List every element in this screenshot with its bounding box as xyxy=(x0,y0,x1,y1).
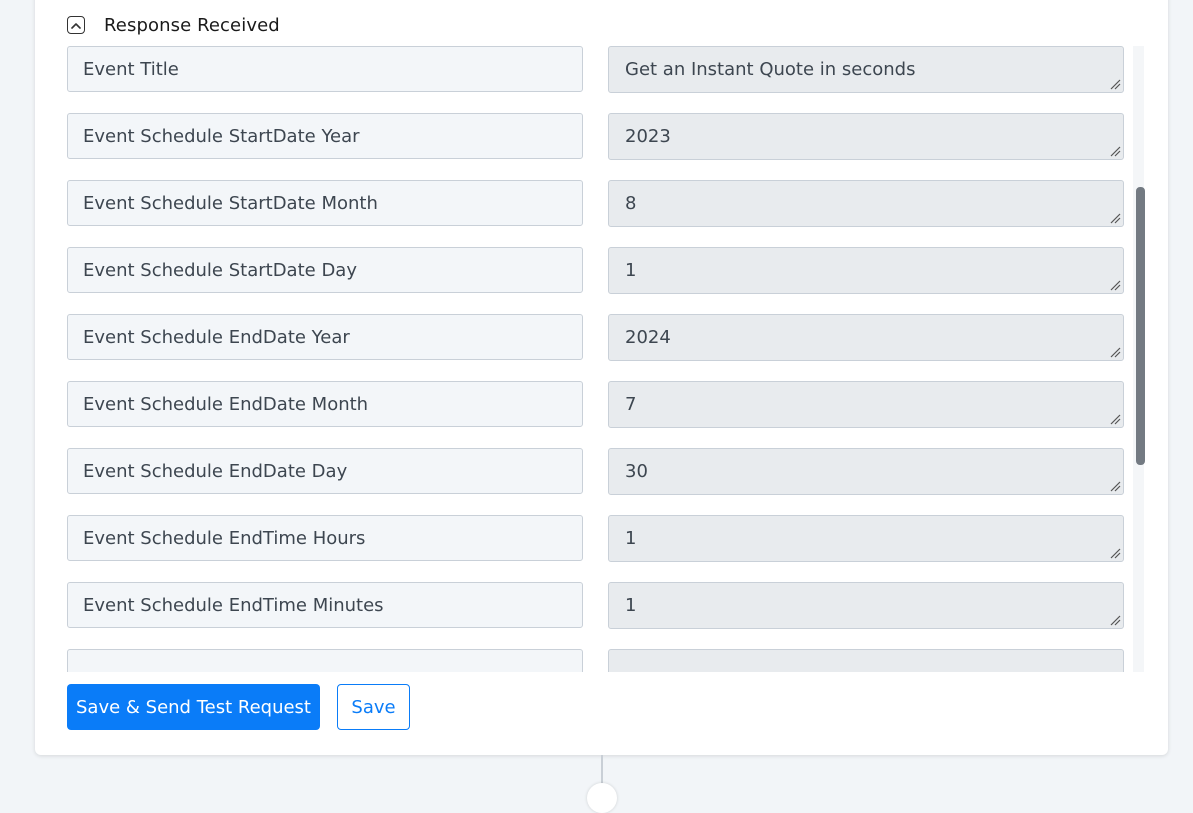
resize-grip-icon[interactable] xyxy=(1110,615,1121,626)
field-row: Event Title Get an Instant Quote in secon… xyxy=(67,46,1124,93)
field-value-textarea[interactable]: 1 xyxy=(608,582,1124,629)
field-row: Event Schedule StartDate Year 2023 xyxy=(67,113,1124,160)
field-value-text: Get an Instant Quote in seconds xyxy=(625,59,916,80)
field-row: Event Schedule EndDate Day 30 xyxy=(67,448,1124,495)
field-value-textarea[interactable]: 1 xyxy=(608,247,1124,294)
section-title: Response Received xyxy=(104,14,280,36)
resize-grip-icon[interactable] xyxy=(1110,548,1121,559)
field-key-input[interactable]: Event Schedule EndDate Day xyxy=(67,448,583,494)
field-value-text: 1 xyxy=(625,595,637,616)
resize-grip-icon[interactable] xyxy=(1110,79,1121,90)
field-value-text: 2024 xyxy=(625,327,671,348)
collapse-toggle-button[interactable] xyxy=(67,16,85,34)
field-row: Event Schedule EndDate Year 2024 xyxy=(67,314,1124,361)
response-card: Response Received Event Title Get an Inst… xyxy=(35,0,1168,755)
field-value-textarea[interactable] xyxy=(608,649,1124,672)
response-fields-list[interactable]: Event Title Get an Instant Quote in secon… xyxy=(67,46,1144,672)
field-value-textarea[interactable]: 8 xyxy=(608,180,1124,227)
field-row: Event Schedule StartDate Day 1 xyxy=(67,247,1124,294)
field-row: Event Schedule EndTime Hours 1 xyxy=(67,515,1124,562)
field-value-textarea[interactable]: 30 xyxy=(608,448,1124,495)
field-value-text: 1 xyxy=(625,528,637,549)
resize-grip-icon[interactable] xyxy=(1110,414,1121,425)
field-key-input[interactable]: Event Schedule EndTime Minutes xyxy=(67,582,583,628)
field-key-input[interactable]: Event Schedule EndDate Year xyxy=(67,314,583,360)
field-row: Event Schedule StartDate Month 8 xyxy=(67,180,1124,227)
resize-grip-icon[interactable] xyxy=(1110,481,1121,492)
field-key-input[interactable]: Event Schedule StartDate Day xyxy=(67,247,583,293)
resize-grip-icon[interactable] xyxy=(1110,146,1121,157)
field-key-input[interactable]: Event Title xyxy=(67,46,583,92)
field-value-text: 30 xyxy=(625,461,648,482)
field-value-text: 2023 xyxy=(625,126,671,147)
save-button[interactable]: Save xyxy=(337,684,410,730)
resize-grip-icon[interactable] xyxy=(1110,280,1121,291)
field-value-textarea[interactable]: 2024 xyxy=(608,314,1124,361)
resize-grip-icon[interactable] xyxy=(1110,347,1121,358)
field-row: Event Schedule EndTime Minutes 1 xyxy=(67,582,1124,629)
field-row xyxy=(67,649,1124,672)
field-key-input[interactable] xyxy=(67,649,583,672)
field-value-text: 7 xyxy=(625,394,637,415)
field-key-input[interactable]: Event Schedule EndDate Month xyxy=(67,381,583,427)
chevron-up-icon xyxy=(71,22,81,29)
scrollbar-thumb[interactable] xyxy=(1136,187,1145,465)
field-key-input[interactable]: Event Schedule EndTime Hours xyxy=(67,515,583,561)
flow-connector-node[interactable] xyxy=(587,783,617,813)
field-value-text: 1 xyxy=(625,260,637,281)
resize-grip-icon[interactable] xyxy=(1110,213,1121,224)
field-value-textarea[interactable]: Get an Instant Quote in seconds xyxy=(608,46,1124,93)
field-key-input[interactable]: Event Schedule StartDate Year xyxy=(67,113,583,159)
field-value-textarea[interactable]: 7 xyxy=(608,381,1124,428)
field-value-textarea[interactable]: 1 xyxy=(608,515,1124,562)
flow-connector-line xyxy=(601,755,603,785)
field-value-textarea[interactable]: 2023 xyxy=(608,113,1124,160)
field-value-text: 8 xyxy=(625,193,637,214)
section-header: Response Received xyxy=(67,12,280,38)
field-row: Event Schedule EndDate Month 7 xyxy=(67,381,1124,428)
field-key-input[interactable]: Event Schedule StartDate Month xyxy=(67,180,583,226)
save-and-send-test-request-button[interactable]: Save & Send Test Request xyxy=(67,684,320,730)
